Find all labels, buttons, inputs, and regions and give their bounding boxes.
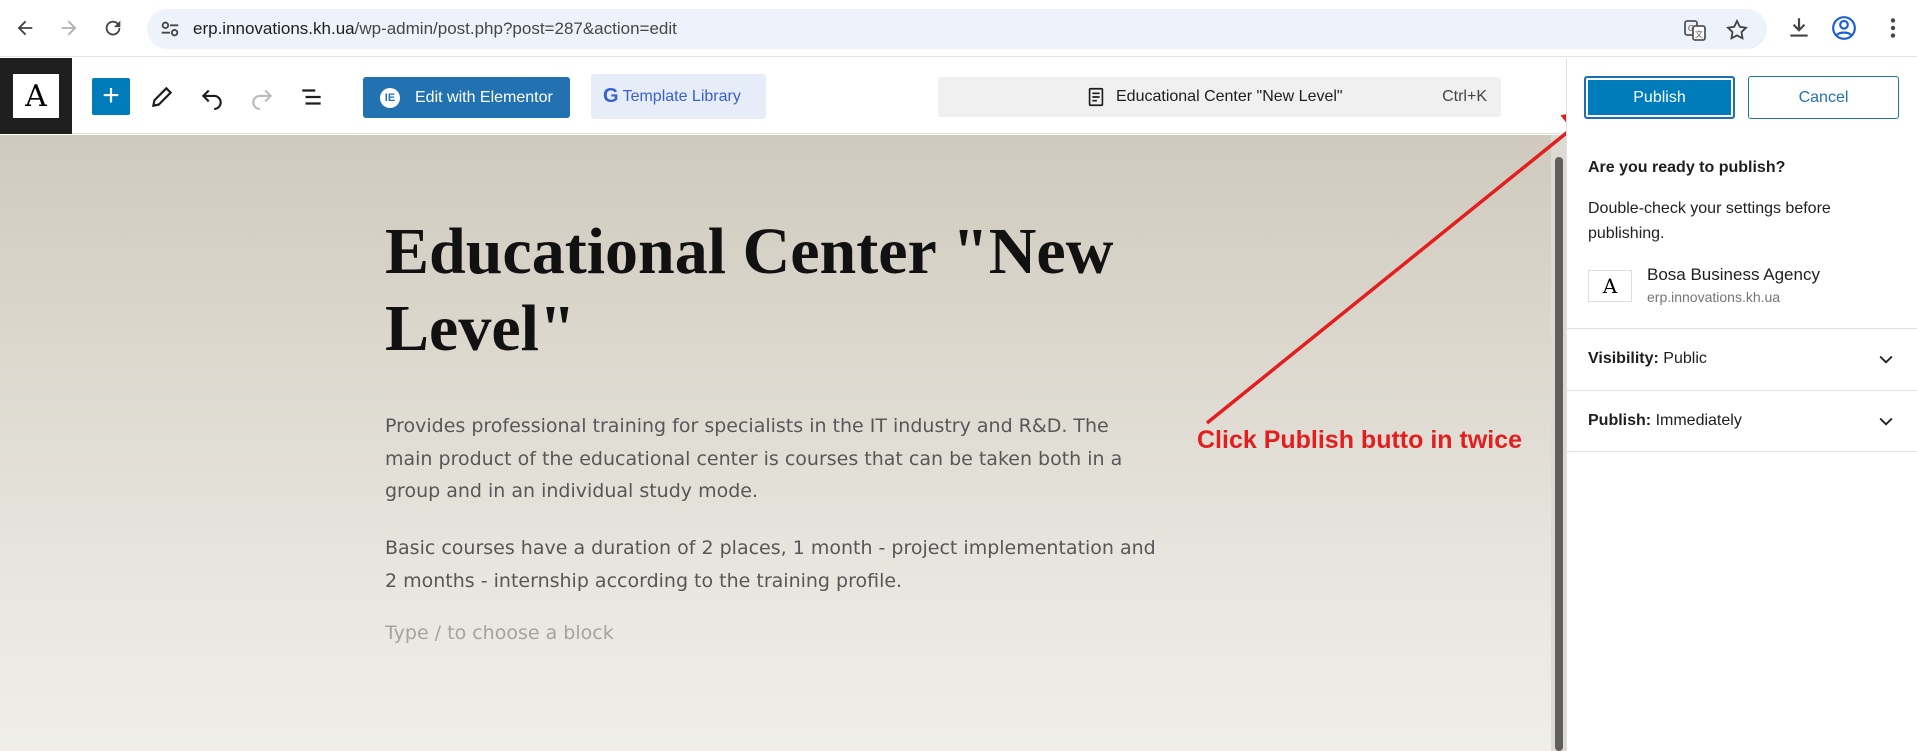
paragraph-block[interactable]: Provides professional training for speci… xyxy=(385,410,1160,508)
scrollbar-thumb[interactable] xyxy=(1555,157,1563,751)
keyboard-shortcut: Ctrl+K xyxy=(1442,88,1487,105)
address-bar[interactable]: erp.innovations.kh.ua/wp-admin/post.php?… xyxy=(147,9,1767,49)
document-overview-icon[interactable] xyxy=(294,79,330,115)
bookmark-star-icon[interactable] xyxy=(1725,18,1749,42)
download-icon[interactable] xyxy=(1786,15,1812,41)
template-library-label: Template Library xyxy=(622,87,741,105)
forward-arrow-icon[interactable] xyxy=(56,12,82,44)
paragraph-block[interactable]: Basic courses have a duration of 2 place… xyxy=(385,532,1160,597)
svg-text:G: G xyxy=(1688,24,1694,33)
publish-time-row[interactable]: Publish: Immediately xyxy=(1567,390,1917,452)
site-logo-icon: A xyxy=(13,74,59,118)
pencil-tools-icon[interactable] xyxy=(144,79,180,115)
annotation-text: Click Publish butto in twice xyxy=(1197,426,1523,454)
site-logo-button[interactable]: A xyxy=(0,58,72,134)
visibility-row[interactable]: Visibility: Public xyxy=(1567,328,1917,390)
editor-toolbar: A + IE Edit with Elementor G Template Li… xyxy=(0,58,1566,134)
cancel-button[interactable]: Cancel xyxy=(1748,76,1899,119)
site-name: Bosa Business Agency xyxy=(1647,265,1820,284)
elementor-icon: IE xyxy=(380,87,400,108)
svg-text:文: 文 xyxy=(1695,29,1703,39)
publish-time-label: Publish: xyxy=(1588,412,1652,429)
template-library-button[interactable]: G Template Library xyxy=(591,74,766,119)
block-placeholder[interactable]: Type / to choose a block xyxy=(385,622,614,644)
visibility-label: Visibility: xyxy=(1588,350,1659,367)
elementor-label: Edit with Elementor xyxy=(415,88,553,106)
chevron-down-icon[interactable] xyxy=(1876,349,1896,369)
back-arrow-icon[interactable] xyxy=(12,12,38,44)
chevron-down-icon[interactable] xyxy=(1876,411,1896,431)
command-palette-bar[interactable]: Educational Center "New Level" Ctrl+K xyxy=(938,77,1501,117)
more-menu-icon[interactable] xyxy=(1880,15,1906,41)
document-title: Educational Center "New Level" xyxy=(1116,88,1343,105)
publish-heading: Are you ready to publish? xyxy=(1588,159,1786,176)
browser-toolbar: erp.innovations.kh.ua/wp-admin/post.php?… xyxy=(0,0,1917,57)
site-settings-icon[interactable] xyxy=(159,18,181,40)
site-icon: A xyxy=(1588,270,1632,302)
profile-icon[interactable] xyxy=(1831,15,1857,41)
publish-panel: Publish Cancel Are you ready to publish?… xyxy=(1566,58,1917,751)
publish-description: Double-check your settings before publis… xyxy=(1588,200,1831,242)
post-title[interactable]: Educational Center "New Level" xyxy=(385,213,1145,367)
redo-icon[interactable] xyxy=(244,79,280,115)
reload-icon[interactable] xyxy=(100,12,126,44)
template-library-icon: G xyxy=(603,85,619,107)
site-url: erp.innovations.kh.ua xyxy=(1647,289,1781,305)
publish-button[interactable]: Publish xyxy=(1584,76,1735,119)
publish-time-value: Immediately xyxy=(1655,412,1742,429)
undo-icon[interactable] xyxy=(194,79,230,115)
canvas-scrollbar[interactable] xyxy=(1551,135,1566,751)
document-icon xyxy=(1088,87,1104,107)
block-inserter-button[interactable]: + xyxy=(92,78,130,115)
url-text[interactable]: erp.innovations.kh.ua/wp-admin/post.php?… xyxy=(193,19,677,39)
translate-icon[interactable]: G 文 xyxy=(1683,18,1707,42)
edit-with-elementor-button[interactable]: IE Edit with Elementor xyxy=(363,77,570,118)
visibility-value: Public xyxy=(1663,350,1707,367)
